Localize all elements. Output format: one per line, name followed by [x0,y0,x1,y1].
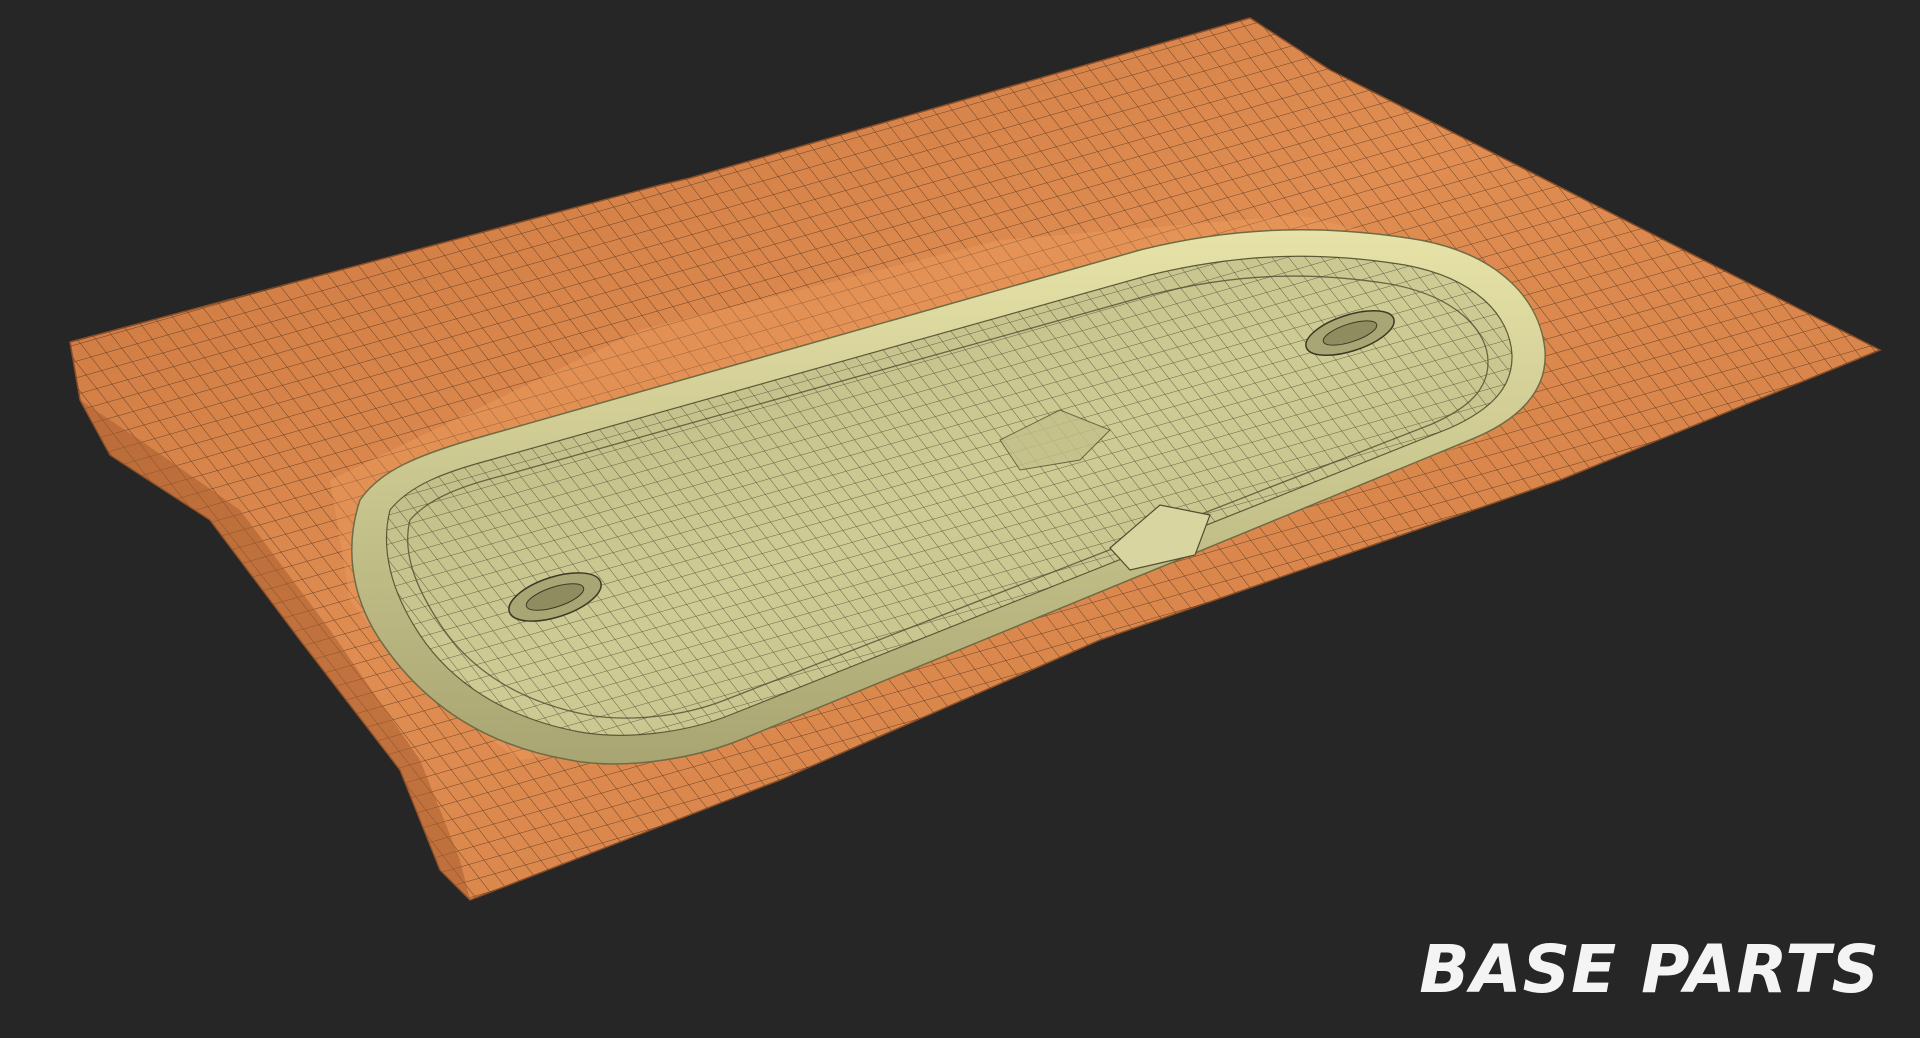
caption-title: BASE PARTS [1419,931,1880,1008]
mesh-render [69,17,1882,901]
3d-viewport[interactable]: BASE PARTS [0,0,1920,1038]
